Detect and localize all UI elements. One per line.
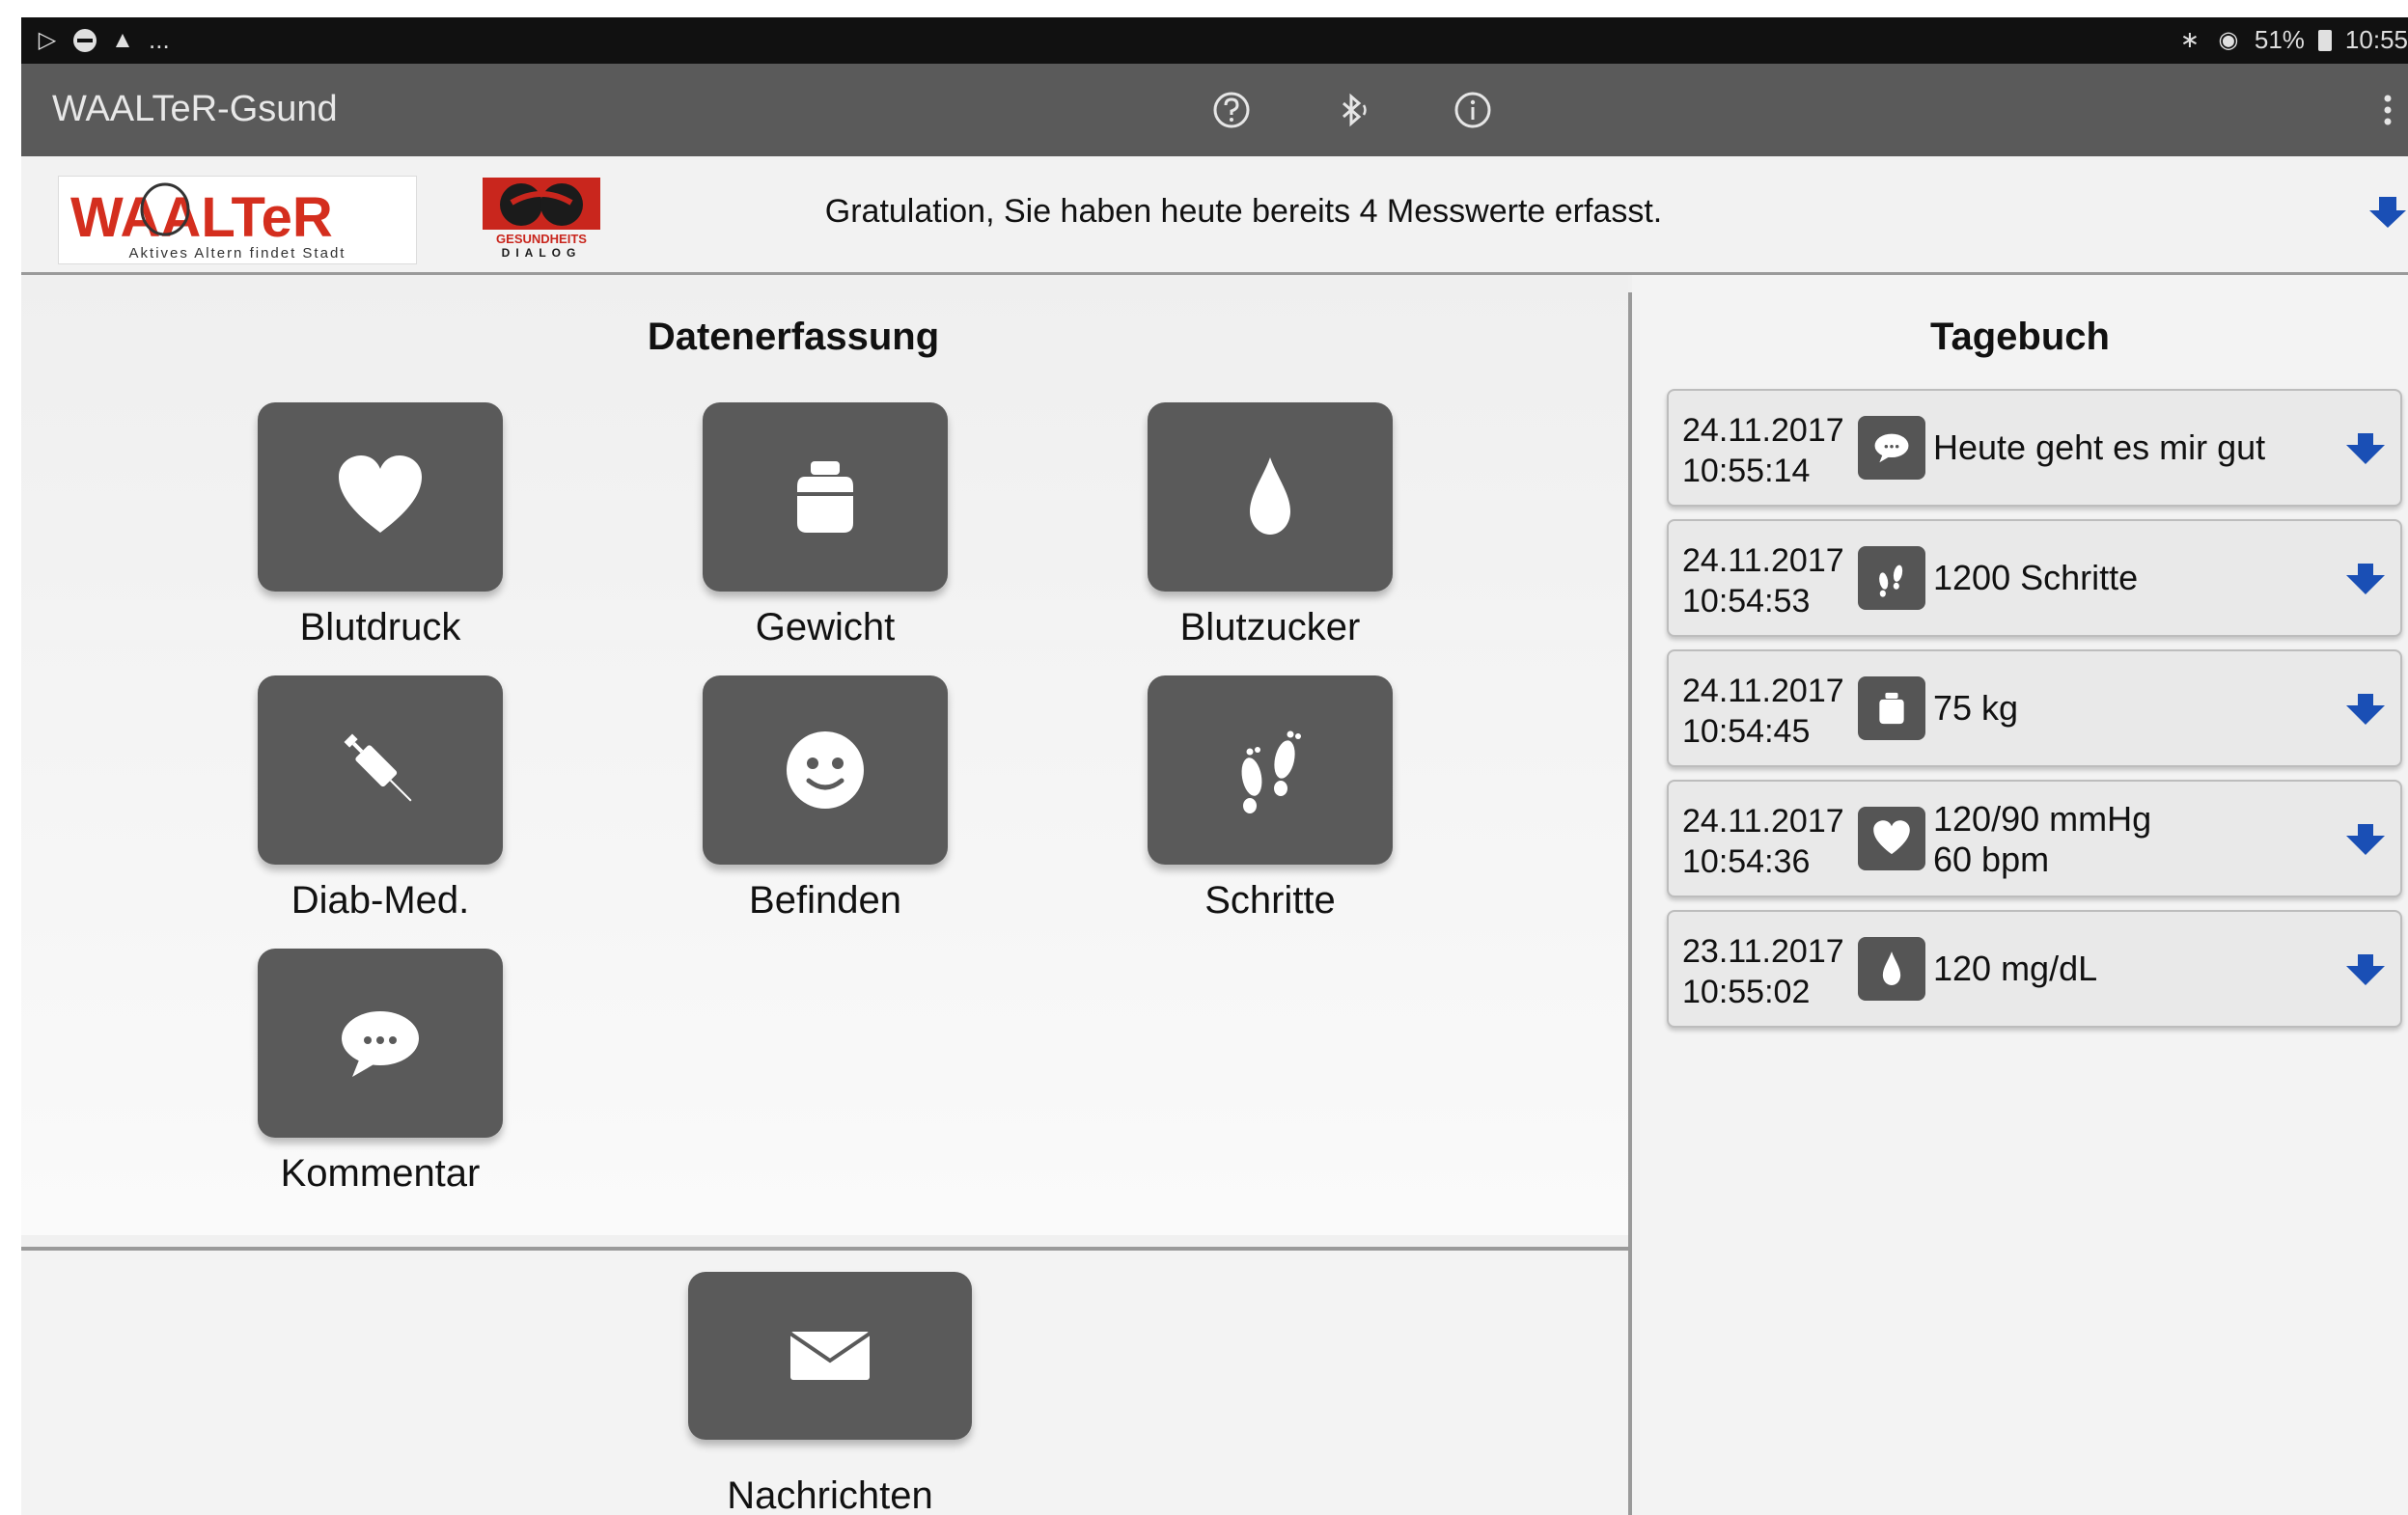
data-entry-title: Datenerfassung (647, 316, 940, 358)
drop-icon (1250, 457, 1290, 535)
footprints-icon (1241, 730, 1301, 813)
status-bar: ▷ ▲ ... ∗ ◉ 51% 10:55 (21, 17, 2408, 64)
wifi-status-icon: ◉ (2218, 26, 2239, 53)
app-window: ▷ ▲ ... ∗ ◉ 51% 10:55 WAALTeR-Gsund WAAL… (21, 17, 2408, 1515)
more-notifications-text: ... (149, 25, 170, 54)
footprints-icon (1858, 546, 1925, 610)
entry-text-line1: 120/90 mmHg (1933, 799, 2152, 839)
entry-text: Heute geht es mir gut (1933, 427, 2266, 467)
entry-time: 10:54:53 (1682, 583, 1811, 620)
gewicht-button[interactable] (703, 402, 948, 592)
gewicht-label: Gewicht (755, 606, 896, 648)
diary-entry[interactable]: 24.11.2017 10:54:36 120/90 mmHg 60 bpm (1667, 780, 2402, 897)
entry-time: 10:55:02 (1682, 974, 1811, 1010)
congratulation-message: Gratulation, Sie haben heute bereits 4 M… (824, 193, 1663, 230)
data-entry-panel: Datenerfassung Blutdruck Gewicht Blutzuc… (21, 275, 1628, 1235)
drop-icon (1858, 937, 1925, 1001)
do-not-disturb-icon (73, 28, 97, 52)
blutdruck-label: Blutdruck (299, 606, 461, 648)
schritte-button[interactable] (1148, 675, 1393, 865)
entry-date: 23.11.2017 (1682, 933, 1844, 970)
svg-text:DIALOG: DIALOG (502, 246, 582, 259)
messages-panel: Nachrichten (21, 1251, 1628, 1515)
diary-entry[interactable]: 24.11.2017 10:54:45 75 kg (1667, 649, 2402, 767)
blutzucker-button[interactable] (1148, 402, 1393, 592)
entry-time: 10:54:45 (1682, 713, 1811, 750)
warning-icon: ▲ (111, 26, 134, 53)
entry-text: 1200 Schritte (1933, 558, 2139, 597)
help-icon[interactable] (1210, 89, 1253, 131)
kommentar-label: Kommentar (280, 1152, 481, 1195)
clock: 10:55 (2344, 25, 2408, 54)
entry-text: 75 kg (1933, 688, 2019, 728)
entry-datetime: 24.11.2017 10:55:14 (1682, 410, 1844, 491)
expand-arrow-icon[interactable] (2344, 431, 2387, 466)
diary-panel: Tagebuch 24.11.2017 10:55:14 Heute geht … (1632, 275, 2408, 1515)
befinden-button[interactable] (703, 675, 948, 865)
entry-date: 24.11.2017 (1682, 803, 1844, 840)
battery-icon (2317, 29, 2332, 51)
schritte-label: Schritte (1204, 879, 1336, 922)
scale-weight-icon (797, 461, 853, 533)
entry-text: 120 mg/dL (1933, 949, 2098, 988)
diab-med-label: Diab-Med. (291, 879, 470, 922)
expand-arrow-icon[interactable] (2344, 822, 2387, 857)
envelope-icon (789, 1332, 872, 1380)
entry-datetime: 24.11.2017 10:54:45 (1682, 671, 1844, 752)
diab-med-button[interactable] (258, 675, 503, 865)
befinden-label: Befinden (749, 879, 901, 922)
heart-icon (1858, 807, 1925, 870)
speech-bubble-icon (342, 1011, 419, 1077)
overflow-menu-icon[interactable] (2376, 89, 2399, 131)
blutdruck-button[interactable] (258, 402, 503, 592)
app-title: WAALTeR-Gsund (52, 89, 338, 129)
expand-arrow-icon[interactable] (2344, 692, 2387, 727)
info-header: WAALTeR Aktives Altern findet Stadt GESU… (21, 156, 2408, 275)
entry-datetime: 24.11.2017 10:54:36 (1682, 801, 1844, 882)
action-bar: WAALTeR-Gsund (21, 64, 2408, 156)
entry-date: 24.11.2017 (1682, 542, 1844, 579)
diary-entry[interactable]: 24.11.2017 10:55:14 Heute geht es mir gu… (1667, 389, 2402, 507)
entry-time: 10:55:14 (1682, 453, 1811, 489)
diary-title: Tagebuch (1930, 316, 2110, 358)
entry-datetime: 23.11.2017 10:55:02 (1682, 931, 1844, 1012)
smiley-icon (787, 731, 864, 809)
info-icon[interactable] (1452, 89, 1494, 131)
kommentar-button[interactable] (258, 949, 503, 1138)
diary-entry[interactable]: 24.11.2017 10:54:53 1200 Schritte (1667, 519, 2402, 637)
bluetooth-icon[interactable] (1332, 89, 1374, 131)
scale-weight-icon (1858, 676, 1925, 740)
speech-bubble-icon (1858, 416, 1925, 480)
diary-entry[interactable]: 23.11.2017 10:55:02 120 mg/dL (1667, 910, 2402, 1028)
entry-time: 10:54:36 (1682, 843, 1811, 880)
svg-text:Aktives Altern findet Stadt: Aktives Altern findet Stadt (129, 245, 346, 262)
play-notification-icon: ▷ (38, 26, 57, 53)
expand-arrow-icon[interactable] (2367, 193, 2408, 232)
svg-text:GESUNDHEITS: GESUNDHEITS (496, 232, 587, 246)
expand-arrow-icon[interactable] (2344, 562, 2387, 596)
nachrichten-label: Nachrichten (727, 1474, 933, 1515)
entry-text: 120/90 mmHg 60 bpm (1933, 799, 2151, 880)
entry-text-line2: 60 bpm (1933, 840, 2050, 879)
entry-date: 24.11.2017 (1682, 412, 1844, 449)
bluetooth-status-icon: ∗ (2179, 26, 2200, 53)
heart-icon (339, 455, 422, 533)
entry-datetime: 24.11.2017 10:54:53 (1682, 540, 1844, 621)
battery-percent: 51% (2254, 25, 2305, 54)
blutzucker-label: Blutzucker (1179, 606, 1361, 648)
expand-arrow-icon[interactable] (2344, 952, 2387, 987)
entry-date: 24.11.2017 (1682, 673, 1844, 709)
syringe-icon (344, 733, 412, 802)
nachrichten-button[interactable] (688, 1272, 972, 1440)
